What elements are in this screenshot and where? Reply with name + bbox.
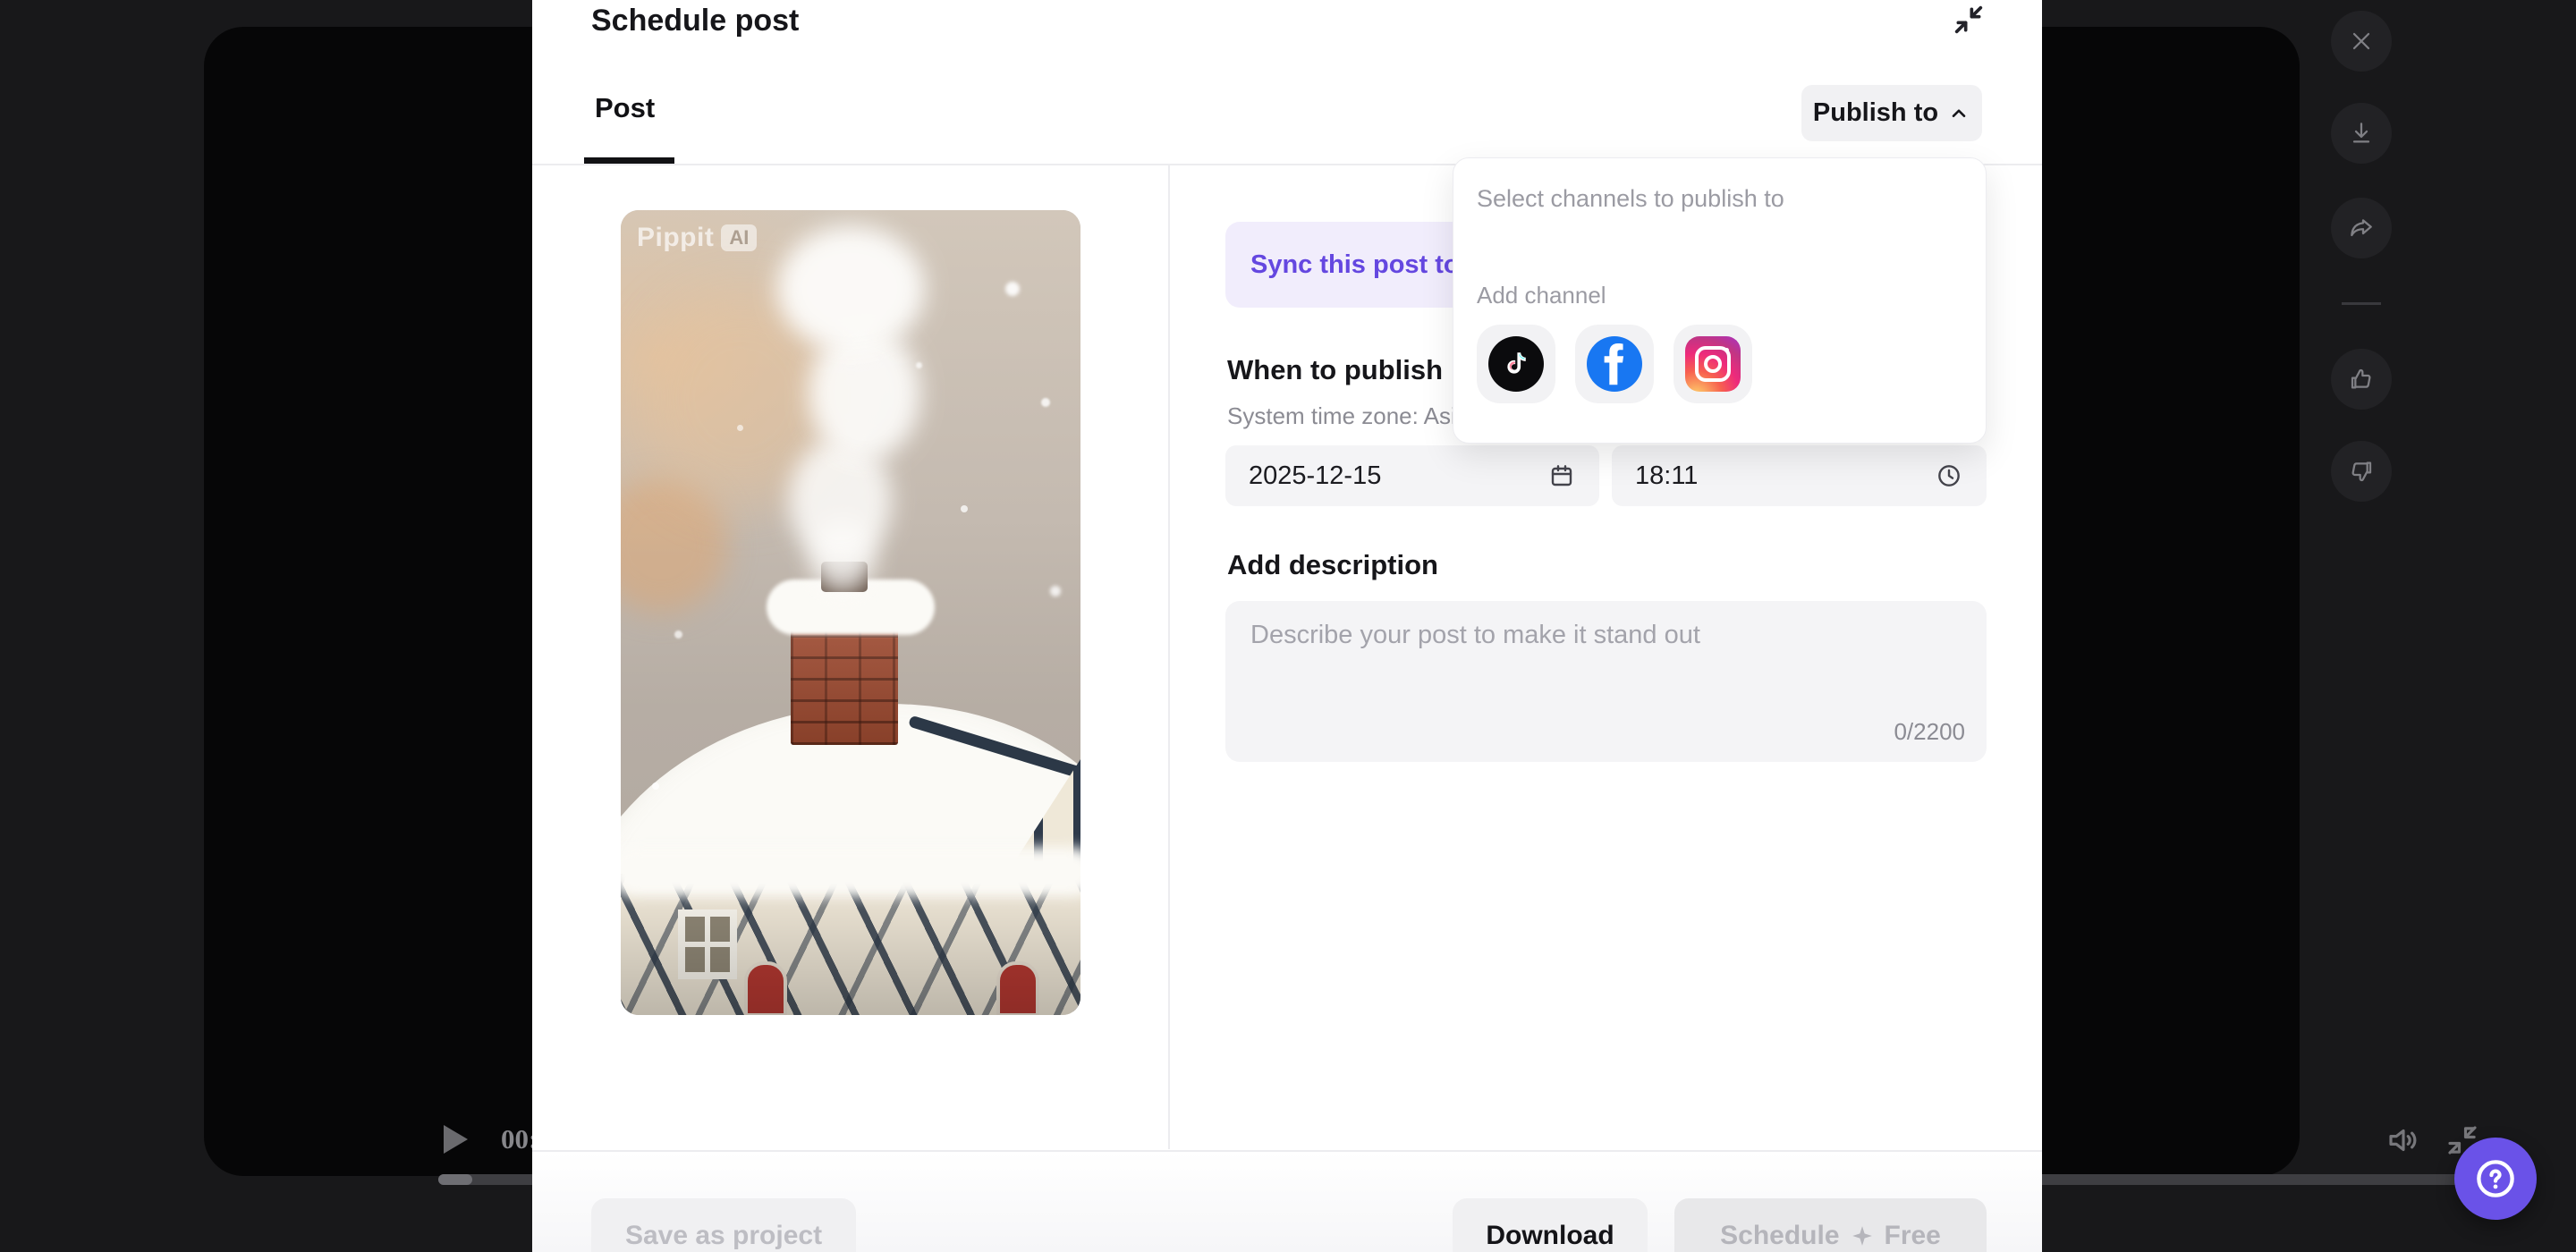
stage-play-button[interactable] <box>444 1125 468 1154</box>
clock-icon <box>1935 461 1963 490</box>
snowflake <box>674 630 682 639</box>
like-button[interactable] <box>2331 349 2392 410</box>
modal-title: Schedule post <box>591 4 799 38</box>
watermark: Pippit AI <box>637 223 757 253</box>
download-video-button[interactable] <box>2331 103 2392 164</box>
timezone-note: System time zone: Asi <box>1227 402 1456 430</box>
calendar-icon <box>1547 461 1576 490</box>
help-button[interactable] <box>2454 1138 2537 1220</box>
snowflake <box>737 425 743 431</box>
stage-volume-icon[interactable] <box>2385 1121 2422 1159</box>
snowflake <box>1050 586 1061 596</box>
schedule-button[interactable]: Schedule Free <box>1674 1198 1987 1252</box>
time-field[interactable]: 18:11 <box>1612 445 1987 506</box>
schedule-badge: Free <box>1885 1221 1941 1251</box>
sync-banner-text: Sync this post to <box>1250 250 1460 280</box>
download-button[interactable]: Download <box>1453 1198 1648 1252</box>
thumbs-down-icon <box>2347 457 2376 486</box>
snowflake <box>916 362 922 368</box>
watermark-logo-text: Pippit <box>637 223 714 253</box>
add-tiktok-channel-button[interactable] <box>1477 325 1555 403</box>
column-divider <box>1168 165 1170 1149</box>
publish-to-label: Publish to <box>1813 98 1938 128</box>
player-scrim <box>621 890 1080 1015</box>
stage-progress-played <box>438 1174 472 1185</box>
date-field[interactable]: 2025-12-15 <box>1225 445 1599 506</box>
close-button[interactable] <box>2331 11 2392 72</box>
question-mark-icon <box>2472 1155 2519 1202</box>
modal-collapse-button[interactable] <box>1951 2 1987 38</box>
toolbar-divider <box>2342 302 2381 305</box>
schedule-label: Schedule <box>1720 1221 1839 1251</box>
smoke <box>777 226 925 351</box>
add-facebook-channel-button[interactable] <box>1575 325 1654 403</box>
share-icon <box>2347 214 2376 242</box>
thumbs-up-icon <box>2347 365 2376 393</box>
snowflake <box>961 505 968 512</box>
modal-footer: Save as project Download Schedule Free <box>532 1150 2042 1252</box>
save-as-project-button[interactable]: Save as project <box>591 1198 856 1252</box>
tab-post[interactable]: Post <box>595 92 655 124</box>
publish-channels-dropdown: Select channels to publish to Add channe… <box>1453 157 1987 444</box>
description-input[interactable] <box>1225 601 1987 762</box>
date-value: 2025-12-15 <box>1249 461 1381 491</box>
description-box: 0/2200 <box>1225 601 1987 762</box>
snowflake <box>1005 282 1020 296</box>
download-icon <box>2347 119 2376 148</box>
snowflake <box>652 782 659 790</box>
dislike-button[interactable] <box>2331 441 2392 502</box>
add-channel-label: Add channel <box>1477 282 1606 309</box>
when-to-publish-label: When to publish <box>1227 354 1443 386</box>
tiktok-icon <box>1488 336 1544 392</box>
publish-to-button[interactable]: Publish to <box>1801 85 1982 141</box>
share-button[interactable] <box>2331 198 2392 258</box>
time-value: 18:11 <box>1635 461 1698 491</box>
brick-chimney <box>791 620 898 745</box>
select-channels-label: Select channels to publish to <box>1477 185 1784 213</box>
close-icon <box>2347 27 2376 55</box>
chevron-up-icon <box>1947 102 1970 125</box>
sparkle-icon <box>1851 1224 1874 1248</box>
add-description-label: Add description <box>1227 549 1438 581</box>
facebook-icon <box>1587 336 1642 392</box>
schedule-post-modal: Schedule post Post <box>532 0 2042 1252</box>
app-root: 00:00|00:20 Schedule post <box>0 0 2576 1252</box>
video-preview: Pippit AI 00:00|00:20 <box>621 210 1080 1015</box>
add-instagram-channel-button[interactable] <box>1674 325 1752 403</box>
snowflake <box>1041 398 1050 407</box>
char-counter: 0/2200 <box>1894 718 1965 746</box>
watermark-ai-badge: AI <box>721 224 757 251</box>
collapse-icon <box>1951 2 1987 38</box>
instagram-icon <box>1685 336 1741 392</box>
